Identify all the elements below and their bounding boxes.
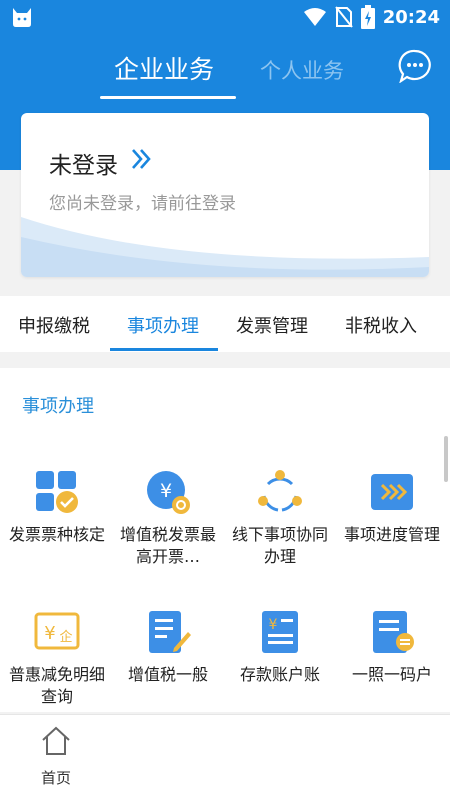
grid-item-label: 一照一码户 — [351, 665, 432, 684]
progress-icon — [371, 474, 413, 510]
grid-item-vat-limit[interactable]: ¥ 增值税发票最高开票… — [114, 468, 222, 568]
grid-item-progress[interactable]: 事项进度管理 — [338, 468, 446, 546]
grid-item-label: 存款账户账 — [239, 665, 320, 684]
grid-item-label: 线下事项协同办理 — [231, 525, 328, 566]
grid-item-invoice-type[interactable]: 发票票种核定 — [3, 468, 111, 546]
tab-personal[interactable]: 个人业务 — [260, 55, 344, 85]
login-card[interactable]: 未登录 您尚未登录，请前往登录 — [21, 113, 429, 277]
card-wave-decoration — [21, 217, 429, 277]
grid-item-label: 增值税发票最高开票… — [119, 525, 216, 566]
wifi-icon — [303, 8, 326, 26]
status-bar: 20:24 — [0, 0, 450, 34]
tax-relief-icon: ¥ 企 — [34, 612, 80, 650]
grid-item-one-license[interactable]: 一照一码户 — [338, 608, 446, 686]
tab-declare-pay[interactable]: 申报缴税 — [18, 312, 90, 338]
invoice-type-icon — [36, 471, 78, 513]
one-license-icon — [373, 611, 414, 653]
grid-item-label: 发票票种核定 — [8, 525, 105, 544]
nav-home-label: 首页 — [40, 769, 71, 787]
category-tab-underline — [110, 348, 218, 351]
deposit-account-icon: ¥ — [262, 611, 298, 653]
svg-text:¥: ¥ — [269, 617, 278, 633]
category-tabs: 申报缴税 事项办理 发票管理 非税收入 — [0, 296, 450, 352]
cat-app-icon — [13, 8, 31, 27]
chat-bubble-icon[interactable] — [398, 49, 432, 83]
vat-limit-icon: ¥ — [147, 471, 190, 514]
grid-item-label: 增值税一般 — [127, 665, 208, 684]
grid-item-deposit-account[interactable]: ¥ 存款账户账 — [226, 608, 334, 686]
tab-underline — [100, 96, 236, 99]
bottom-nav: 首页 — [0, 714, 450, 800]
tab-enterprise[interactable]: 企业业务 — [114, 50, 214, 86]
grid-item-tax-relief[interactable]: ¥ 企 普惠减免明细查询 — [3, 608, 111, 708]
no-sim-icon — [334, 6, 353, 28]
double-chevron-right-icon — [132, 149, 151, 169]
tab-matters[interactable]: 事项办理 — [127, 312, 199, 338]
vat-general-icon — [149, 611, 191, 653]
nav-home[interactable]: 首页 — [34, 725, 78, 788]
section-title: 事项办理 — [22, 396, 94, 417]
grid-item-vat-general[interactable]: 增值税一般 — [114, 608, 222, 686]
home-icon — [42, 726, 70, 755]
grid-item-label: 普惠减免明细查询 — [8, 665, 105, 706]
grid-item-label: 事项进度管理 — [343, 525, 440, 544]
matters-section: 事项办理 发票票种核定 ¥ 增值税发票最高开票… 线下事项协同办理 事项进度管理… — [0, 368, 450, 712]
tab-invoice-manage[interactable]: 发票管理 — [236, 312, 308, 338]
status-time: 20:24 — [382, 6, 440, 28]
collaboration-icon — [258, 470, 302, 512]
svg-text:企: 企 — [59, 629, 72, 645]
login-status-title: 未登录 — [49, 153, 118, 179]
svg-text:¥: ¥ — [44, 623, 55, 644]
tab-non-tax-income[interactable]: 非税收入 — [345, 312, 417, 338]
grid-item-offline-collab[interactable]: 线下事项协同办理 — [226, 468, 334, 568]
svg-text:¥: ¥ — [160, 480, 172, 502]
battery-charging-icon — [360, 5, 375, 29]
